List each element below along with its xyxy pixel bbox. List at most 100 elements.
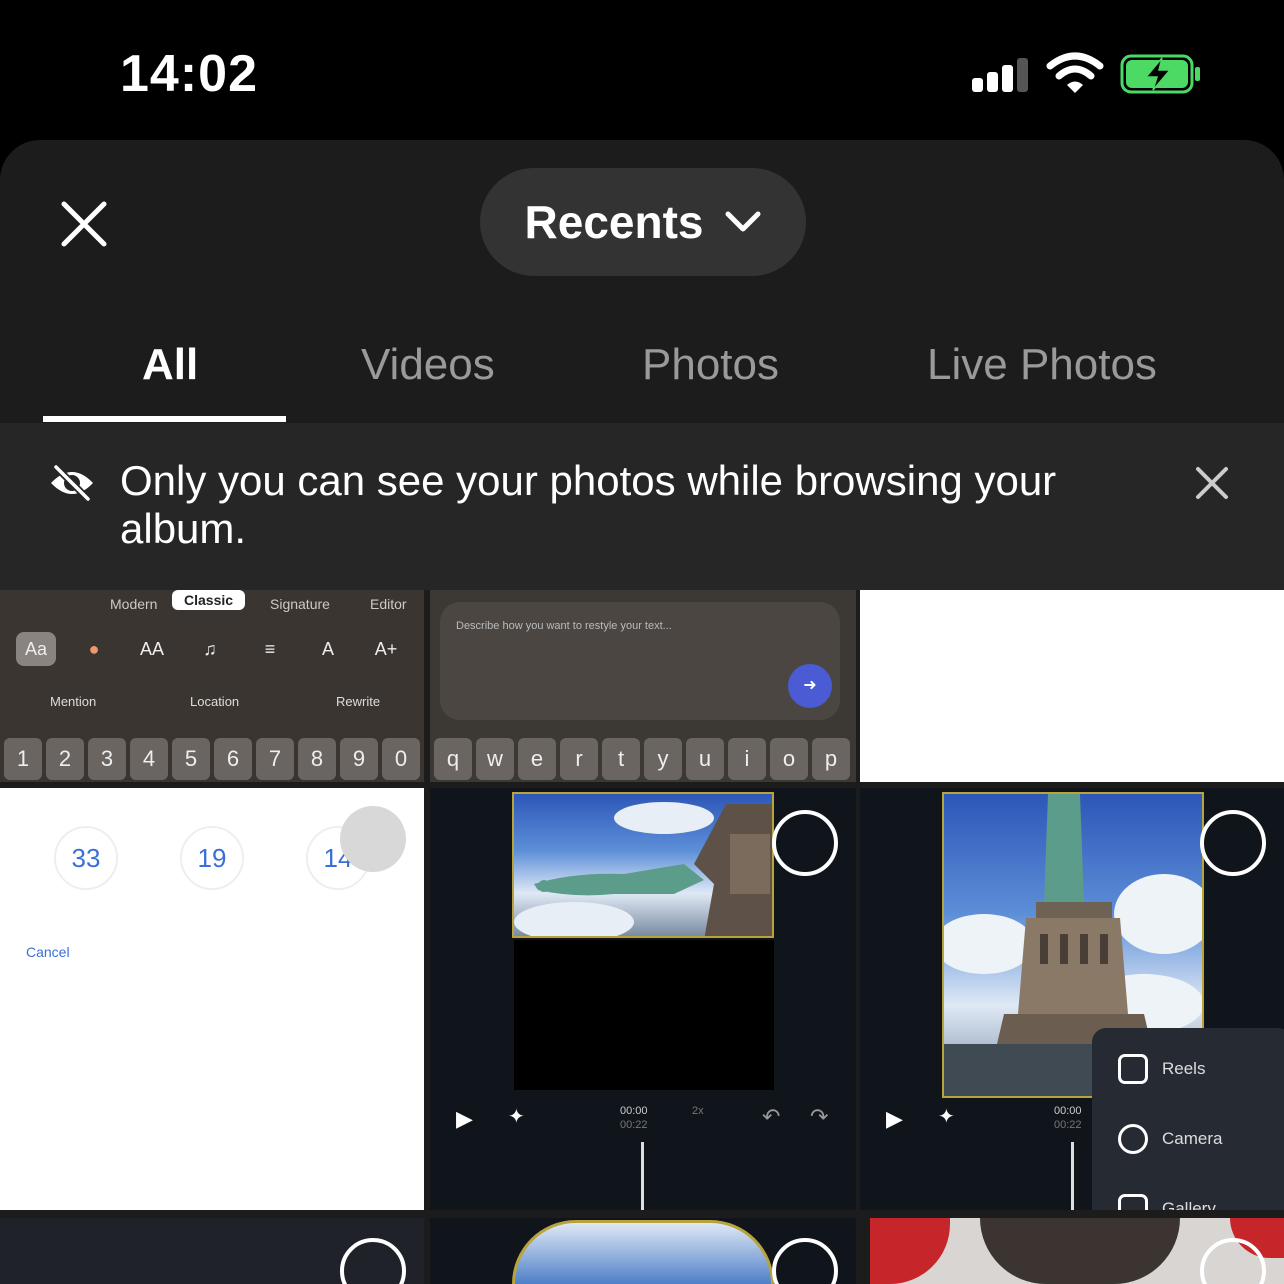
magic-icon[interactable]: ✦ — [508, 1104, 525, 1129]
tool-label: ♫ — [203, 639, 217, 659]
filter-tabs: All Videos Photos Live Photos — [0, 320, 1284, 424]
tab-photos[interactable]: Photos — [642, 340, 779, 390]
selection-circle[interactable] — [772, 1238, 838, 1284]
magic-icon[interactable]: ✦ — [938, 1104, 955, 1129]
tab-live-photos[interactable]: Live Photos — [927, 340, 1157, 390]
tool-label: ≡ — [264, 639, 276, 659]
album-label: Recents — [524, 196, 704, 248]
camera-icon — [1118, 1124, 1148, 1154]
video-thumbnail[interactable] — [430, 1218, 856, 1284]
key: o — [770, 738, 808, 780]
letter-key-row: q w e r t y u i o p — [434, 738, 850, 780]
media-grid: Modern Classic Signature Editor Aa ● AA … — [0, 590, 1284, 1284]
key: 4 — [130, 738, 168, 780]
media-thumbnail[interactable]: Describe how you want to restyle your te… — [430, 590, 856, 782]
media-thumbnail[interactable] — [870, 1218, 1284, 1284]
media-thumbnail[interactable]: Modern Classic Signature Editor Aa ● AA … — [0, 590, 424, 782]
video-black-area — [514, 940, 774, 1090]
album-selector-button[interactable]: Recents — [480, 168, 806, 276]
key: e — [518, 738, 556, 780]
video-timecode: 00:00 00:22 — [1054, 1104, 1082, 1132]
menu-item-label: Camera — [1162, 1129, 1223, 1148]
media-thumbnail[interactable]: 33 19 14 Cancel — [0, 788, 424, 1210]
media-picker-sheet: Recents All Videos Photos Live Photos On… — [0, 140, 1284, 1284]
key: p — [812, 738, 850, 780]
key: 1 — [4, 738, 42, 780]
key: i — [728, 738, 766, 780]
tool-label: ● — [88, 639, 100, 659]
battery-charging-icon — [1120, 54, 1200, 94]
selection-circle[interactable] — [340, 1238, 406, 1284]
status-bar: 14:02 — [0, 0, 1284, 140]
keyboard-mode-bar: Modern Classic Signature Editor — [0, 590, 424, 618]
signal-icon — [972, 56, 1032, 92]
restyle-placeholder: Describe how you want to restyle your te… — [456, 620, 672, 632]
selection-circle[interactable] — [340, 806, 406, 872]
video-frame — [512, 1220, 774, 1284]
chip-label: Mention — [50, 694, 97, 709]
key: 0 — [382, 738, 420, 780]
mode-label: Editor — [370, 596, 407, 612]
media-thumbnail[interactable] — [860, 590, 1284, 782]
key: 3 — [88, 738, 126, 780]
tool-label: A+ — [374, 639, 398, 659]
key: u — [686, 738, 724, 780]
menu-item-reels: Reels — [1118, 1054, 1205, 1084]
reels-icon — [1118, 1054, 1148, 1084]
tool-label: AA — [139, 639, 164, 659]
mode-label: Classic — [172, 590, 246, 610]
chip-label: Rewrite — [336, 694, 381, 709]
arrow-right-icon: ➜ — [788, 664, 832, 708]
time-current: 00:00 — [620, 1105, 648, 1117]
privacy-banner: Only you can see your photos while brows… — [0, 423, 1284, 590]
selection-circle[interactable] — [1200, 810, 1266, 876]
tool-label: Aa — [16, 632, 56, 666]
date-bubble: 19 — [180, 826, 244, 890]
speed-label: 2x — [692, 1105, 704, 1117]
key: 5 — [172, 738, 210, 780]
image-detail — [870, 1218, 950, 1284]
cancel-label: Cancel — [26, 944, 70, 960]
play-icon[interactable]: ▶ — [886, 1106, 903, 1132]
key: q — [434, 738, 472, 780]
tab-all[interactable]: All — [142, 340, 198, 390]
chevron-down-icon — [725, 211, 761, 232]
video-frame — [512, 792, 774, 938]
privacy-banner-text: Only you can see your photos while brows… — [120, 457, 1057, 552]
undo-icon[interactable]: ↶ — [762, 1104, 780, 1130]
play-icon[interactable]: ▶ — [456, 1106, 473, 1132]
statue-image — [514, 802, 772, 936]
tool-label: A — [321, 639, 334, 659]
image-detail — [980, 1218, 1180, 1284]
time-total: 00:22 — [1054, 1119, 1082, 1131]
key: r — [560, 738, 598, 780]
key: t — [602, 738, 640, 780]
key: 8 — [298, 738, 336, 780]
menu-item-gallery: Gallery — [1118, 1194, 1216, 1210]
playhead — [641, 1142, 644, 1210]
chip-label: Location — [190, 694, 240, 709]
video-timecode: 00:00 00:22 — [620, 1104, 648, 1132]
key: 7 — [256, 738, 294, 780]
selection-circle[interactable] — [772, 810, 838, 876]
time-current: 00:00 — [1054, 1105, 1082, 1117]
key: 9 — [340, 738, 378, 780]
media-thumbnail[interactable] — [0, 1218, 424, 1284]
date-bubble: 33 — [54, 826, 118, 890]
close-icon[interactable] — [56, 196, 112, 252]
keyboard-tools: Aa ● AA ♫ ≡ A A+ — [14, 632, 414, 668]
video-thumbnail[interactable]: ▶ ✦ 00:00 00:22 Reels Camera Gallery — [860, 788, 1284, 1210]
key: 2 — [46, 738, 84, 780]
active-tab-indicator — [43, 416, 286, 422]
redo-icon[interactable]: ↷ — [810, 1104, 828, 1130]
menu-item-label: Gallery — [1162, 1199, 1216, 1210]
eye-slash-icon — [51, 464, 93, 502]
key: w — [476, 738, 514, 780]
video-thumbnail[interactable]: ▶ ✦ 00:00 00:22 2x ↶ ↷ — [430, 788, 856, 1210]
tab-videos[interactable]: Videos — [361, 340, 495, 390]
menu-item-label: Reels — [1162, 1059, 1206, 1078]
create-menu: Reels Camera Gallery — [1092, 1028, 1284, 1210]
close-icon[interactable] — [1192, 463, 1232, 503]
wifi-icon — [1046, 52, 1104, 93]
playhead — [1071, 1142, 1074, 1210]
